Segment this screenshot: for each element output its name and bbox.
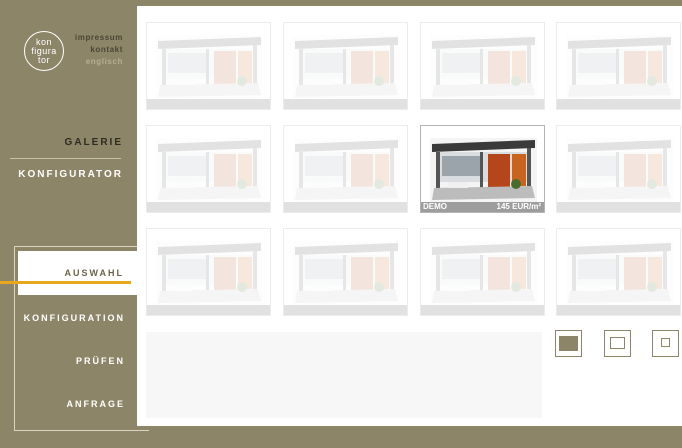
gallery-thumb[interactable] <box>283 125 408 213</box>
pavilion-render-icon <box>156 241 263 305</box>
thumb-caption-bar <box>557 202 680 212</box>
pavilion-render-icon <box>566 35 673 99</box>
step-konfiguration[interactable]: KONFIGURATION <box>24 313 125 323</box>
pavilion-render-icon <box>156 35 263 99</box>
thumb-caption-bar <box>284 305 407 315</box>
gallery-thumb-demo[interactable]: DEMO 145 EUR/m² <box>420 125 545 213</box>
pavilion-render-icon <box>293 35 400 99</box>
thumb-caption-bar <box>147 305 270 315</box>
pavilion-render-icon <box>430 241 537 305</box>
thumb-caption-bar: DEMO 145 EUR/m² <box>421 202 544 212</box>
top-links: impressum kontakt englisch <box>75 32 123 68</box>
thumb-caption-price: 145 EUR/m² <box>496 202 541 211</box>
gallery-thumb[interactable] <box>556 125 681 213</box>
gallery-thumb[interactable] <box>146 125 271 213</box>
gallery-thumb[interactable] <box>556 22 681 110</box>
englisch-link[interactable]: englisch <box>75 56 123 68</box>
gallery-panel: DEMO 145 EUR/m² <box>137 6 682 426</box>
logo-line-3: tor <box>37 54 50 65</box>
step-auswahl-label: AUSWAHL <box>64 268 124 278</box>
impressum-link[interactable]: impressum <box>75 32 123 44</box>
thumb-caption-bar <box>147 202 270 212</box>
step-pruefen[interactable]: PRÜFEN <box>76 356 125 366</box>
thumb-caption-bar <box>284 99 407 109</box>
gallery-thumb[interactable] <box>556 228 681 316</box>
thumb-caption-bar <box>147 99 270 109</box>
sidebar: kon figura tor impressum kontakt englisc… <box>0 0 149 448</box>
pavilion-render-icon <box>566 241 673 305</box>
thumb-caption-bar <box>421 99 544 109</box>
view-small-button[interactable] <box>652 330 679 357</box>
kontakt-link[interactable]: kontakt <box>75 44 123 56</box>
thumb-caption-bar <box>557 99 680 109</box>
active-step-indicator <box>0 281 131 284</box>
pavilion-render-icon <box>293 138 400 202</box>
gallery-thumb[interactable] <box>283 22 408 110</box>
gallery-thumb[interactable] <box>420 228 545 316</box>
gallery-thumb[interactable] <box>283 228 408 316</box>
thumb-caption-name: DEMO <box>423 202 447 211</box>
pavilion-render-icon <box>430 138 537 202</box>
pavilion-render-icon <box>566 138 673 202</box>
thumb-caption-bar <box>284 202 407 212</box>
gallery-thumb[interactable] <box>146 228 271 316</box>
pavilion-render-icon <box>430 35 537 99</box>
pavilion-render-icon <box>293 241 400 305</box>
view-small-icon <box>661 338 670 347</box>
nav-konfigurator[interactable]: KONFIGURATOR <box>18 169 123 180</box>
view-large-icon <box>559 336 578 351</box>
gallery-thumb[interactable] <box>146 22 271 110</box>
step-auswahl[interactable]: AUSWAHL <box>18 251 138 295</box>
thumb-caption-bar <box>557 305 680 315</box>
view-large-button[interactable] <box>555 330 582 357</box>
step-anfrage[interactable]: ANFRAGE <box>67 399 126 409</box>
thumb-caption-bar <box>421 305 544 315</box>
nav-divider <box>10 158 121 159</box>
view-medium-icon <box>610 337 625 349</box>
pavilion-render-icon <box>156 138 263 202</box>
info-panel <box>146 332 542 418</box>
gallery-thumb[interactable] <box>420 22 545 110</box>
nav-galerie[interactable]: GALERIE <box>65 137 123 148</box>
konfigurator-logo[interactable]: kon figura tor <box>24 31 64 71</box>
view-medium-button[interactable] <box>604 330 631 357</box>
